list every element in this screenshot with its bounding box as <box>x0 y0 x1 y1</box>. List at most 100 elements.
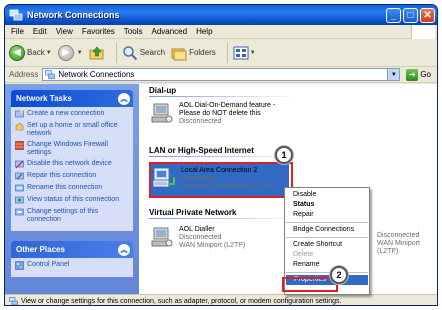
menu-item-rename[interactable]: Rename <box>285 260 369 270</box>
menu-item-create-shortcut[interactable]: Create Shortcut <box>285 240 369 250</box>
go-label: Go <box>420 70 431 79</box>
task-rename[interactable]: Rename this connection <box>15 184 129 193</box>
task-label: Rename this connection <box>27 184 103 191</box>
task-change-settings[interactable]: Change settings of this connection <box>15 208 129 224</box>
task-label: Change settings of this connection <box>27 208 99 223</box>
maximize-button[interactable]: □ <box>403 7 418 23</box>
connection-aol-feature[interactable]: AOL Dial-On-Demand feature - Please do N… <box>151 102 275 126</box>
menu-help[interactable]: Help <box>196 27 212 36</box>
task-disable-device[interactable]: Disable this network device <box>15 160 129 169</box>
menu-advanced[interactable]: Advanced <box>151 27 187 36</box>
network-connections-icon <box>9 9 23 21</box>
menu-item-repair[interactable]: Repair <box>285 210 369 220</box>
task-label: Disable this network device <box>27 160 112 167</box>
close-icon: ✕ <box>423 9 432 21</box>
task-label: Create a new connection <box>27 110 105 117</box>
other-places-header[interactable]: Other Places ︽ <box>11 241 133 258</box>
task-label: Set up a home or small office network <box>27 122 118 137</box>
forward-button[interactable]: ▶ ▼ <box>57 44 83 61</box>
home-network-icon <box>15 122 24 131</box>
menu-edit[interactable]: Edit <box>33 27 47 36</box>
step-badge-1: 1 <box>275 146 293 164</box>
chevron-down-icon: ▼ <box>390 71 397 78</box>
network-connections-icon <box>9 296 18 305</box>
network-tasks-title: Network Tasks <box>16 94 72 103</box>
menu-separator <box>286 237 368 238</box>
group-lan-header: LAN or High-Speed Internet <box>149 146 254 155</box>
place-control-panel[interactable]: Control Panel <box>15 261 129 270</box>
folders-icon <box>171 48 187 60</box>
menu-item-bridge[interactable]: Bridge Connections <box>285 225 369 235</box>
toolbar-separator <box>115 42 117 63</box>
menu-item-delete: Delete <box>293 251 314 258</box>
menu-separator <box>286 272 368 273</box>
task-label: Repair this connection <box>27 172 97 179</box>
back-button[interactable]: ◀ Back ▼ <box>9 44 52 61</box>
repair-icon <box>15 172 24 180</box>
toolbar: ◀ Back ▼ ▶ ▼ Search Folders ▼ <box>5 39 437 67</box>
search-button[interactable]: Search <box>122 45 165 61</box>
address-value: Network Connections <box>58 70 135 79</box>
menu-item-disable[interactable]: Disable <box>285 190 369 200</box>
views-button[interactable]: ▼ <box>233 46 256 60</box>
other-places-title: Other Places <box>16 245 65 254</box>
up-folder-button[interactable] <box>89 45 105 61</box>
step-badge-2: 2 <box>330 266 348 284</box>
new-connection-icon <box>15 110 24 118</box>
network-connections-icon <box>45 70 56 79</box>
back-arrow-icon: ◀ <box>9 44 25 61</box>
rename-icon <box>15 184 24 192</box>
task-create-connection[interactable]: Create a new connection <box>15 110 129 119</box>
task-view-status[interactable]: View status of this connection <box>15 196 129 205</box>
folders-label: Folders <box>189 48 216 57</box>
status-text: View or change settings for this connect… <box>21 297 342 305</box>
network-tasks-panel: Network Tasks ︽ Create a new connection … <box>11 90 133 231</box>
address-input[interactable]: Network Connections ▼ <box>42 68 401 81</box>
other-places-list: Control Panel <box>11 258 133 277</box>
firewall-icon <box>15 141 24 150</box>
control-panel-icon <box>15 261 24 270</box>
settings-icon <box>15 208 24 216</box>
minimize-button[interactable]: _ <box>386 7 401 23</box>
menu-separator <box>286 222 368 223</box>
group-dialup-header: Dial-up <box>149 86 177 95</box>
folders-button[interactable]: Folders <box>171 45 216 61</box>
menu-favorites[interactable]: Favorites <box>82 27 115 36</box>
menu-bar: File Edit View Favorites Tools Advanced … <box>5 25 437 39</box>
go-arrow-icon: ➜ <box>406 68 419 81</box>
status-bar: View or change settings for this connect… <box>5 294 437 305</box>
task-home-network[interactable]: Set up a home or small office network <box>15 122 129 138</box>
task-label: View status of this connection <box>27 196 120 203</box>
collapse-chevron-icon[interactable]: ︽ <box>118 243 130 256</box>
menu-item-status[interactable]: Status <box>285 200 369 210</box>
views-icon <box>233 46 249 59</box>
menu-tools[interactable]: Tools <box>124 27 143 36</box>
go-button[interactable]: ➜ Go <box>406 68 431 81</box>
group-divider <box>149 218 299 219</box>
vpn-connection-icon <box>151 227 173 247</box>
task-repair[interactable]: Repair this connection <box>15 172 129 181</box>
search-label: Search <box>139 48 166 57</box>
menu-view[interactable]: View <box>56 27 73 36</box>
address-dropdown-button[interactable]: ▼ <box>387 69 400 80</box>
maximize-icon: □ <box>407 9 414 21</box>
task-firewall[interactable]: Change Windows Firewall settings <box>15 141 129 157</box>
collapse-chevron-icon[interactable]: ︽ <box>118 92 130 105</box>
toolbar-separator <box>226 42 228 63</box>
group-divider <box>149 96 299 97</box>
highlight-box-connection <box>149 162 293 198</box>
connection-partial[interactable]: Disconnected WAN Miniport (L2TP) <box>377 232 437 256</box>
title-bar[interactable]: Network Connections _ □ ✕ <box>5 5 437 25</box>
search-icon <box>122 45 137 60</box>
group-vpn-header: Virtual Private Network <box>149 208 237 217</box>
connection-status: Disconnected <box>377 232 420 239</box>
connection-aol-dialler[interactable]: AOL Dialler Disconnected WAN Miniport (L… <box>151 226 245 250</box>
highlight-box-properties <box>282 277 338 292</box>
connection-name-line2: Please do NOT delete this <box>179 110 261 117</box>
up-folder-icon <box>89 46 104 59</box>
minimize-icon: _ <box>390 9 397 21</box>
menu-file[interactable]: File <box>11 27 24 36</box>
network-tasks-header[interactable]: Network Tasks ︽ <box>11 90 133 107</box>
connection-name: AOL Dialler <box>179 226 215 233</box>
close-button[interactable]: ✕ <box>420 7 435 23</box>
